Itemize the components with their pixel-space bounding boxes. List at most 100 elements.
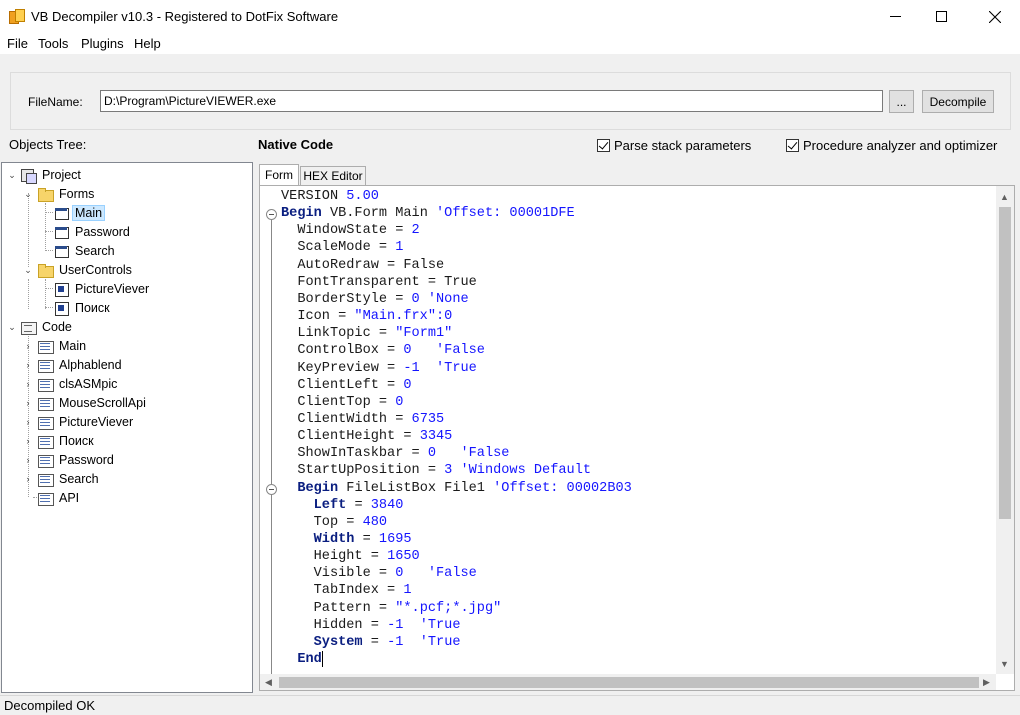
tree-item-label: Search (75, 243, 115, 258)
vertical-scroll-thumb[interactable] (999, 207, 1011, 519)
tree-item-label: Project (42, 167, 81, 182)
objects-tree[interactable]: ⌄ Project ⌄ Forms Main Password Search ⌄… (1, 162, 253, 693)
code-text: ScaleMode = (281, 240, 396, 256)
tree-item-form-main[interactable]: Main (53, 203, 106, 222)
fold-toggle-icon[interactable] (266, 209, 277, 220)
tree-item-code-mousescrollapi[interactable]: MouseScrollApi (37, 393, 149, 412)
code-text: = (354, 532, 379, 547)
chevron-right-icon[interactable]: › (23, 455, 33, 465)
scroll-left-icon[interactable]: ◀ (260, 674, 277, 690)
tree-item-label: Password (59, 452, 114, 467)
code-text: Icon = (281, 309, 355, 325)
procedure-analyzer-checkbox[interactable] (786, 139, 799, 152)
code-comment: 'True (403, 617, 461, 633)
code-line: Width = 1695 (281, 531, 412, 548)
scroll-down-icon[interactable]: ▼ (996, 655, 1013, 672)
scroll-up-icon[interactable]: ▲ (996, 188, 1013, 205)
tree-item-control-pictureviever[interactable]: PictureViever (53, 279, 152, 298)
menu-file[interactable]: File (7, 36, 28, 51)
chevron-right-icon[interactable]: › (23, 398, 33, 408)
code-line: Pattern = "*.pcf;*.jpg" (281, 600, 502, 617)
tree-item-form-search[interactable]: Search (53, 241, 118, 260)
horizontal-scrollbar[interactable]: ◀ ▶ (260, 674, 996, 690)
tab-form[interactable]: Form (259, 164, 299, 185)
chevron-down-icon[interactable]: ⌄ (7, 322, 17, 332)
parse-stack-checkbox[interactable] (597, 139, 610, 152)
menu-bar: File Tools Plugins Help (0, 34, 1020, 54)
code-editor[interactable]: VERSION 5.00 Begin VB.Form Main 'Offset: … (259, 185, 1015, 691)
code-text: ClientHeight = (281, 429, 420, 445)
project-icon (20, 167, 37, 184)
tree-item-code-alphablend[interactable]: Alphablend (37, 355, 125, 374)
chevron-right-icon[interactable]: › (23, 436, 33, 446)
code-line: Begin FileListBox File1 'Offset: 00002B0… (281, 480, 632, 497)
form-icon (53, 224, 69, 240)
tree-item-usercontrols[interactable]: UserControls (37, 260, 135, 279)
maximize-button[interactable] (918, 0, 964, 33)
minimize-button[interactable] (872, 0, 918, 33)
menu-help[interactable]: Help (134, 36, 161, 51)
app-icon (9, 9, 25, 25)
code-text: KeyPreview = (281, 360, 404, 376)
code-text: ClientTop = (281, 394, 396, 410)
tree-item-code-search[interactable]: Search (37, 469, 102, 488)
tree-item-code-pictureviever[interactable]: PictureViever (37, 412, 136, 431)
tree-item-code[interactable]: Code (20, 317, 75, 336)
tree-item-code-password[interactable]: Password (37, 450, 117, 469)
chevron-right-icon[interactable]: › (23, 360, 33, 370)
tab-hex-editor[interactable]: HEX Editor (300, 166, 366, 185)
tree-item-control-poisk[interactable]: Поиск (53, 298, 113, 317)
horizontal-scroll-thumb[interactable] (279, 677, 979, 688)
code-value: 480 (362, 514, 388, 530)
code-comment: 'True (403, 634, 461, 650)
window-title: VB Decompiler v10.3 - Registered to DotF… (31, 9, 339, 24)
procedure-analyzer-label[interactable]: Procedure analyzer and optimizer (803, 138, 997, 153)
tree-item-label: UserControls (59, 262, 132, 277)
code-keyword: End (297, 652, 322, 668)
code-line: TabIndex = 1 (281, 582, 412, 599)
tree-item-code-clsasmpic[interactable]: clsASMpic (37, 374, 120, 393)
code-line: ClientWidth = 6735 (281, 411, 444, 428)
tree-item-project[interactable]: Project (20, 165, 84, 184)
close-button[interactable] (972, 0, 1018, 33)
menu-tools[interactable]: Tools (38, 36, 68, 51)
native-code-label: Native Code (258, 137, 334, 152)
code-text: FileListBox File1 (338, 480, 494, 496)
code-comment: 'False (403, 566, 477, 582)
chevron-down-icon[interactable]: ⌄ (23, 189, 33, 199)
chevron-right-icon[interactable]: › (23, 341, 33, 351)
fold-toggle-icon[interactable] (266, 484, 277, 495)
chevron-right-icon[interactable]: › (23, 474, 33, 484)
tree-item-label: PictureViever (75, 281, 150, 296)
code-line: ShowInTaskbar = 0 'False (281, 445, 509, 462)
code-value: 1 (403, 583, 412, 599)
chevron-right-icon[interactable]: › (23, 417, 33, 427)
browse-button[interactable]: ... (889, 90, 914, 113)
code-comment: 'None (419, 291, 469, 307)
menu-plugins[interactable]: Plugins (81, 36, 124, 51)
scroll-right-icon[interactable]: ▶ (978, 674, 995, 690)
module-icon (37, 490, 54, 506)
code-line: LinkTopic = "Form1" (281, 325, 452, 342)
status-bar: Decompiled OK (0, 695, 1020, 715)
code-comment: 'Offset: 00002B03 (493, 480, 632, 496)
tree-item-forms[interactable]: Forms (37, 184, 97, 203)
tree-item-code-api[interactable]: API (37, 488, 82, 507)
code-line: BorderStyle = 0 'None (281, 291, 469, 308)
vertical-scrollbar[interactable]: ▲ ▼ (996, 186, 1014, 674)
code-line: AutoRedraw = False (281, 257, 444, 274)
filename-input[interactable] (100, 90, 883, 112)
tree-item-form-password[interactable]: Password (53, 222, 133, 241)
chevron-right-icon[interactable]: › (23, 379, 33, 389)
decompile-button[interactable]: Decompile (922, 90, 994, 113)
tree-item-code-main[interactable]: Main (37, 336, 89, 355)
tree-item-code-poisk[interactable]: Поиск (37, 431, 97, 450)
code-text: ControlBox = (281, 343, 404, 359)
code-text: Hidden = (281, 617, 388, 633)
parse-stack-label[interactable]: Parse stack parameters (614, 138, 751, 153)
chevron-down-icon[interactable]: ⌄ (7, 170, 17, 180)
chevron-down-icon[interactable]: ⌄ (23, 265, 33, 275)
code-text: WindowState = (281, 223, 412, 239)
code-comment: 'Windows Default (452, 463, 592, 479)
code-area[interactable]: VERSION 5.00 Begin VB.Form Main 'Offset: … (260, 186, 996, 674)
